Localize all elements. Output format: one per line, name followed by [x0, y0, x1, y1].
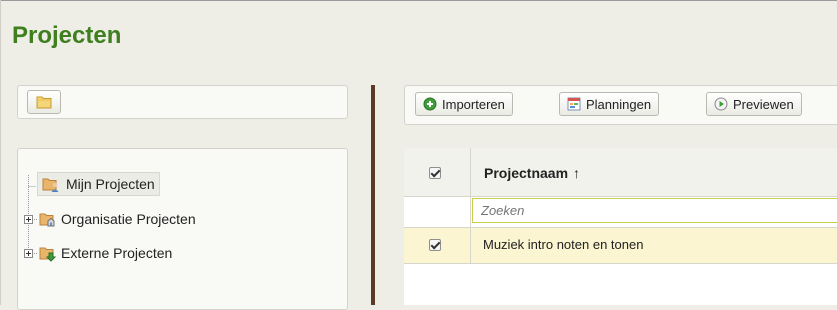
row-divider [404, 196, 837, 197]
column-divider [470, 148, 471, 263]
column-header-projectnaam[interactable]: Projectnaam ↑ [484, 165, 580, 181]
import-button[interactable]: Importeren [415, 92, 513, 116]
tree-node-label: Organisatie Projecten [61, 211, 196, 227]
tree-node-mijn-projecten-selection[interactable]: Mijn Projecten [37, 172, 160, 196]
project-grid: Projectnaam ↑ Muziek intro noten en tone… [404, 148, 837, 305]
search-row [404, 196, 837, 226]
row-checkbox[interactable] [429, 239, 441, 251]
folder-icon [36, 96, 52, 109]
table-row[interactable]: Muziek intro noten en tonen [404, 228, 837, 263]
preview-button-label: Previewen [733, 96, 794, 112]
page-title: Projecten [12, 22, 122, 49]
panel-splitter[interactable] [371, 85, 375, 305]
calendar-icon [567, 97, 581, 111]
expand-toggle-icon[interactable] [24, 248, 33, 258]
tree-node-mijn-projecten[interactable]: Mijn Projecten [37, 172, 160, 196]
window-top-border [0, 0, 837, 1]
schedules-button[interactable]: Planningen [559, 92, 660, 116]
add-circle-icon [423, 97, 437, 111]
tree-node-label: Externe Projecten [61, 245, 173, 261]
play-icon [714, 97, 728, 111]
window-left-border [0, 0, 1, 305]
left-toolbar-panel [17, 85, 348, 119]
sort-ascending-icon: ↑ [573, 165, 581, 181]
row-divider [404, 227, 837, 228]
import-button-label: Importeren [442, 96, 505, 112]
grid-header: Projectnaam ↑ [404, 148, 837, 196]
select-all-checkbox[interactable] [429, 167, 441, 179]
folder-organization-icon [39, 213, 55, 227]
schedules-button-label: Planningen [586, 96, 652, 112]
tree-node-label: Mijn Projecten [66, 176, 155, 192]
folder-button[interactable] [27, 90, 61, 114]
folder-external-icon [39, 247, 57, 262]
expand-toggle-icon[interactable] [24, 214, 33, 224]
preview-button[interactable]: Previewen [706, 92, 802, 116]
tree-node-externe-projecten[interactable]: Externe Projecten [24, 244, 172, 262]
row-divider [404, 263, 837, 264]
column-header-label: Projectnaam [484, 165, 569, 181]
folder-user-icon [42, 178, 59, 192]
search-input[interactable] [472, 198, 837, 223]
tree-node-organisatie-projecten[interactable]: Organisatie Projecten [24, 210, 196, 228]
project-name-cell: Muziek intro noten en tonen [483, 237, 644, 252]
right-toolbar-panel: Importeren Planningen Previewen [404, 85, 837, 125]
project-tree-panel: Mijn Projecten Organisatie Projecten Ext… [17, 148, 348, 310]
